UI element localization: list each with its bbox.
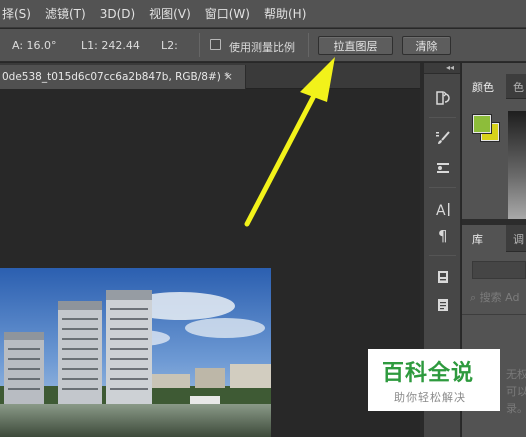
svg-text:A: A [436,203,446,217]
paragraph-icon[interactable]: ¶ [433,225,453,245]
clear-button[interactable]: 清除 [402,36,451,55]
l1-readout: L1: 242.44 [81,39,140,52]
tab-libraries[interactable]: 库 [462,225,506,252]
watermark-logo: 百科全说 助你轻松解决 [368,349,500,411]
document-tab-title: 0de538_t015d6c07cc6a2b847b, RGB/8#) * [2,71,230,83]
icon-group-divider [429,117,456,118]
menu-bar: 择(S) 滤镜(T) 3D(D) 视图(V) 窗口(W) 帮助(H) [0,0,526,28]
use-measurement-scale-label: 使用测量比例 [229,41,295,54]
straighten-layer-button[interactable]: 拉直图层 [318,36,393,55]
menu-filter[interactable]: 滤镜(T) [45,5,86,22]
options-divider [199,33,200,57]
library-message-line: 无权访 [506,368,526,381]
color-panel-tabs: 颜色 色 [462,74,526,99]
collapse-panels-icon[interactable]: ◂◂ [424,63,460,74]
search-icon: ⌕ [470,291,477,304]
watermark-subtitle: 助你轻松解决 [394,391,466,404]
menu-window[interactable]: 窗口(W) [205,5,250,22]
library-dropdown[interactable] [472,261,526,279]
close-tab-icon[interactable]: × [224,70,233,83]
menu-select[interactable]: 择(S) [2,5,31,22]
options-bar: A: 16.0° L1: 242.44 L2: 使用测量比例 拉直图层 清除 [0,29,526,62]
icon-group-divider [429,255,456,256]
options-divider [308,33,309,57]
document-image[interactable] [0,268,271,437]
brush-presets-icon[interactable] [433,128,453,148]
notes-icon[interactable] [433,295,453,315]
menu-3d[interactable]: 3D(D) [100,7,135,21]
history-icon[interactable] [433,88,453,108]
icon-group-divider [429,187,456,188]
document-tab[interactable]: 0de538_t015d6c07cc6a2b847b, RGB/8#) * × [0,65,246,89]
library-search-placeholder: 搜索 Ad [479,291,520,304]
tab-swatches[interactable]: 色 [506,74,524,99]
document-tab-bar: 0de538_t015d6c07cc6a2b847b, RGB/8#) * × [0,63,420,89]
watermark-title: 百科全说 [382,361,475,386]
foreground-color-swatch[interactable] [473,115,491,133]
document-image-art [0,268,271,437]
tab-adjustments[interactable]: 调 [506,225,524,252]
angle-readout: A: 16.0° [12,39,57,52]
menu-help[interactable]: 帮助(H) [264,5,306,22]
clone-source-icon[interactable] [433,158,453,178]
tab-color[interactable]: 颜色 [462,74,506,99]
character-icon[interactable]: A [433,199,453,219]
menu-view[interactable]: 视图(V) [149,5,191,22]
glyphs-icon[interactable] [433,267,453,287]
library-search[interactable]: ⌕ 搜索 Ad [470,289,519,305]
panel-rule [462,314,526,315]
library-panel-tabs: 库 调 [462,225,526,252]
use-measurement-scale-checkbox[interactable] [210,39,221,50]
library-message-line: 可以承 [506,385,526,398]
l2-readout: L2: [161,39,178,52]
library-message-line: 录。左 [506,402,526,415]
svg-text:¶: ¶ [438,227,448,243]
color-spectrum[interactable] [508,111,526,219]
